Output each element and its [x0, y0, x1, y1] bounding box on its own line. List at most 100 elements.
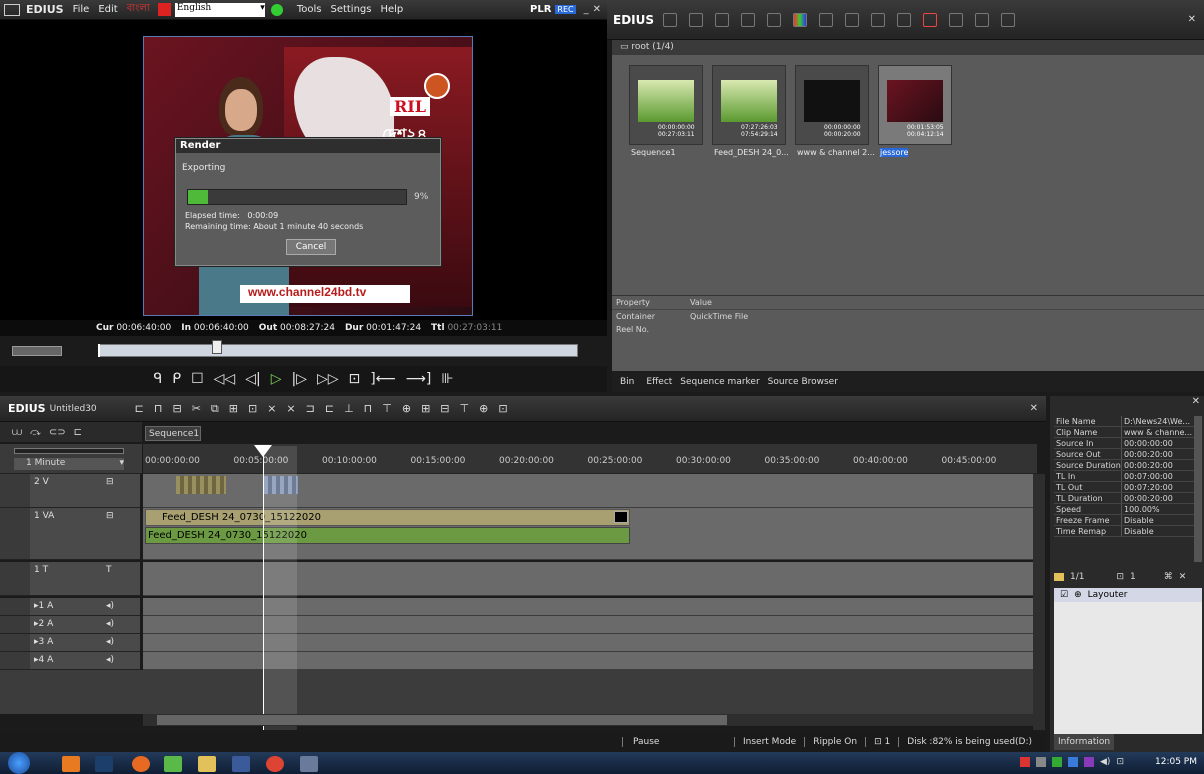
tray-display-icon[interactable]: ⊡ [1116, 757, 1124, 767]
taskbar-app-1-icon[interactable] [62, 756, 80, 772]
timeline-hscroll[interactable] [143, 714, 1033, 726]
bin-clip[interactable]: 00:00:00:00 00:00:20:00 [795, 65, 869, 145]
ime-green-icon[interactable] [270, 3, 283, 16]
taskbar-chrome-icon[interactable] [266, 756, 284, 772]
timeline-tool-icon[interactable]: ⨯ [267, 402, 276, 416]
timeline-close-icon[interactable]: ✕ [1030, 403, 1038, 414]
track-type-icon[interactable]: T [106, 565, 112, 575]
sequence-tab[interactable]: Sequence1 [145, 426, 201, 441]
delete-icon[interactable] [923, 12, 938, 27]
fast-forward-icon[interactable]: ▷▷ [317, 371, 339, 387]
info-close-icon[interactable]: ✕ [1192, 396, 1200, 407]
timeline-tool-icon[interactable]: ⊡ [498, 402, 507, 416]
clip-1va-audio[interactable]: Feed_DESH 24_0730_15122020 [145, 527, 630, 544]
track-header[interactable]: ▸1 A ◂) [30, 598, 140, 616]
timeline-cursor[interactable] [263, 446, 264, 730]
track-side-panel[interactable] [0, 616, 30, 634]
tray-red-icon[interactable] [1020, 757, 1030, 767]
timeline-tool-icon[interactable]: ⊤ [460, 402, 470, 416]
track-side-panel[interactable] [0, 634, 30, 652]
taskbar-app-8-icon[interactable] [300, 756, 318, 772]
menu-file[interactable]: File [73, 4, 90, 15]
folder-icon[interactable] [663, 12, 678, 27]
track-header[interactable]: ▸4 A ◂) [30, 652, 140, 670]
speaker-icon[interactable]: ⊟ [106, 511, 114, 521]
timeline-tool-icon[interactable]: ⊞ [421, 402, 430, 416]
volume-icon[interactable]: ◀) [1100, 757, 1110, 767]
track-header[interactable]: ▸3 A ◂) [30, 634, 140, 652]
title-icon[interactable] [767, 12, 782, 27]
clock[interactable]: 12:05 PM [1155, 757, 1197, 767]
tray-onenote-icon[interactable] [1084, 757, 1094, 767]
timeline-tool-icon[interactable]: ⨯ [286, 402, 295, 416]
bin-close-icon[interactable]: ✕ [1188, 14, 1196, 25]
color-bars-icon[interactable] [793, 12, 808, 27]
toggle-icon[interactable]: ⌘ [1164, 572, 1173, 582]
timeline-tool-icon[interactable]: ⊐ [306, 402, 315, 416]
insert-icon[interactable]: ]⟵ [370, 371, 396, 387]
ime-dropdown[interactable]: English ▾ [174, 2, 265, 17]
step-forward-icon[interactable]: |▷ [291, 371, 306, 387]
ime-lang[interactable]: বাংলা [127, 1, 150, 18]
timeline-tool-icon[interactable]: ⊏ [135, 402, 144, 416]
taskbar-firefox-icon[interactable] [132, 756, 150, 772]
timeline-tool-icon[interactable]: ⊕ [479, 402, 488, 416]
taskbar-edius-icon[interactable] [232, 756, 250, 772]
info-scrollbar[interactable] [1194, 416, 1202, 562]
timeline-tool-icon[interactable]: ⊟ [440, 402, 449, 416]
track-header[interactable]: ▸2 A ◂) [30, 616, 140, 634]
bin-clip[interactable]: 07:27:26:03 07:54:29:14 [712, 65, 786, 145]
timeline-tool-icon[interactable]: ⊞ [229, 402, 238, 416]
menu-edit[interactable]: Edit [98, 4, 117, 15]
track-header[interactable]: 2 V ⊟ [30, 474, 140, 508]
start-button[interactable] [8, 752, 30, 774]
rewind-icon[interactable]: ◁◁ [214, 371, 236, 387]
menu-tools[interactable]: Tools [297, 4, 322, 15]
sync-icon[interactable]: ⤼ [30, 427, 41, 438]
render-cancel-button[interactable]: Cancel [286, 239, 336, 255]
cut-icon[interactable] [819, 12, 834, 27]
track-type-icon[interactable]: ⊟ [106, 477, 114, 487]
zoom-slider[interactable] [14, 448, 124, 454]
set-in-icon[interactable]: ᑫ [153, 371, 162, 387]
plr-mode[interactable]: PLR [530, 4, 551, 15]
preview-icon[interactable] [1001, 12, 1016, 27]
ime-a-icon[interactable] [157, 3, 171, 16]
timeline-tool-icon[interactable]: ⊟ [172, 402, 181, 416]
track-side-panel[interactable] [0, 562, 30, 596]
taskbar-media-icon[interactable] [164, 756, 182, 772]
set-out-icon[interactable]: ᑭ [172, 371, 181, 387]
close-icon[interactable]: ✕ [593, 4, 601, 15]
track-side-panel[interactable] [0, 652, 30, 670]
playhead-marker-icon[interactable] [254, 445, 272, 457]
track-header[interactable]: 1 T T [30, 562, 140, 596]
hscroll-thumb[interactable] [157, 715, 727, 725]
track-mode-icon[interactable]: ⩊ [12, 427, 22, 438]
scale-select[interactable]: 1 Minute ▾ [14, 458, 124, 470]
timeline-tool-icon[interactable]: ⊤ [382, 402, 392, 416]
track-header[interactable]: 1 VA ⊟ [30, 508, 140, 560]
timeline-tool-icon[interactable]: ⊏ [325, 402, 334, 416]
stop-icon[interactable]: ☐ [191, 371, 204, 387]
timeline-tool-icon[interactable]: ✂ [192, 402, 201, 416]
tab-information[interactable]: Information [1054, 734, 1114, 750]
filter-icon[interactable]: ⊡ [1116, 572, 1124, 582]
tab-source-browser[interactable]: Source Browser [764, 377, 842, 387]
menu-help[interactable]: Help [380, 4, 403, 15]
properties-icon[interactable] [949, 12, 964, 27]
step-back-icon[interactable]: ◁| [245, 371, 260, 387]
playhead-icon[interactable] [212, 340, 222, 354]
timeline-tool-icon[interactable]: ⧉ [211, 402, 219, 416]
tab-bin[interactable]: Bin [612, 377, 642, 387]
play-icon[interactable]: ▷ [271, 371, 282, 387]
loop-icon[interactable]: ⊡ [349, 371, 361, 387]
minimize-icon[interactable]: _ [584, 4, 589, 15]
snap-icon[interactable]: ⊏ [74, 427, 82, 438]
shuttle-slider[interactable] [12, 346, 62, 356]
clip-1va-video[interactable]: Feed_DESH 24_0730_15122020 [145, 509, 630, 526]
clip-2v-a[interactable] [176, 476, 226, 494]
link-icon[interactable]: ⊂⊃ [49, 427, 66, 438]
search-icon[interactable] [689, 12, 704, 27]
status-insert-mode[interactable]: Insert Mode [734, 737, 804, 747]
taskbar-photoshop-icon[interactable] [95, 756, 113, 772]
